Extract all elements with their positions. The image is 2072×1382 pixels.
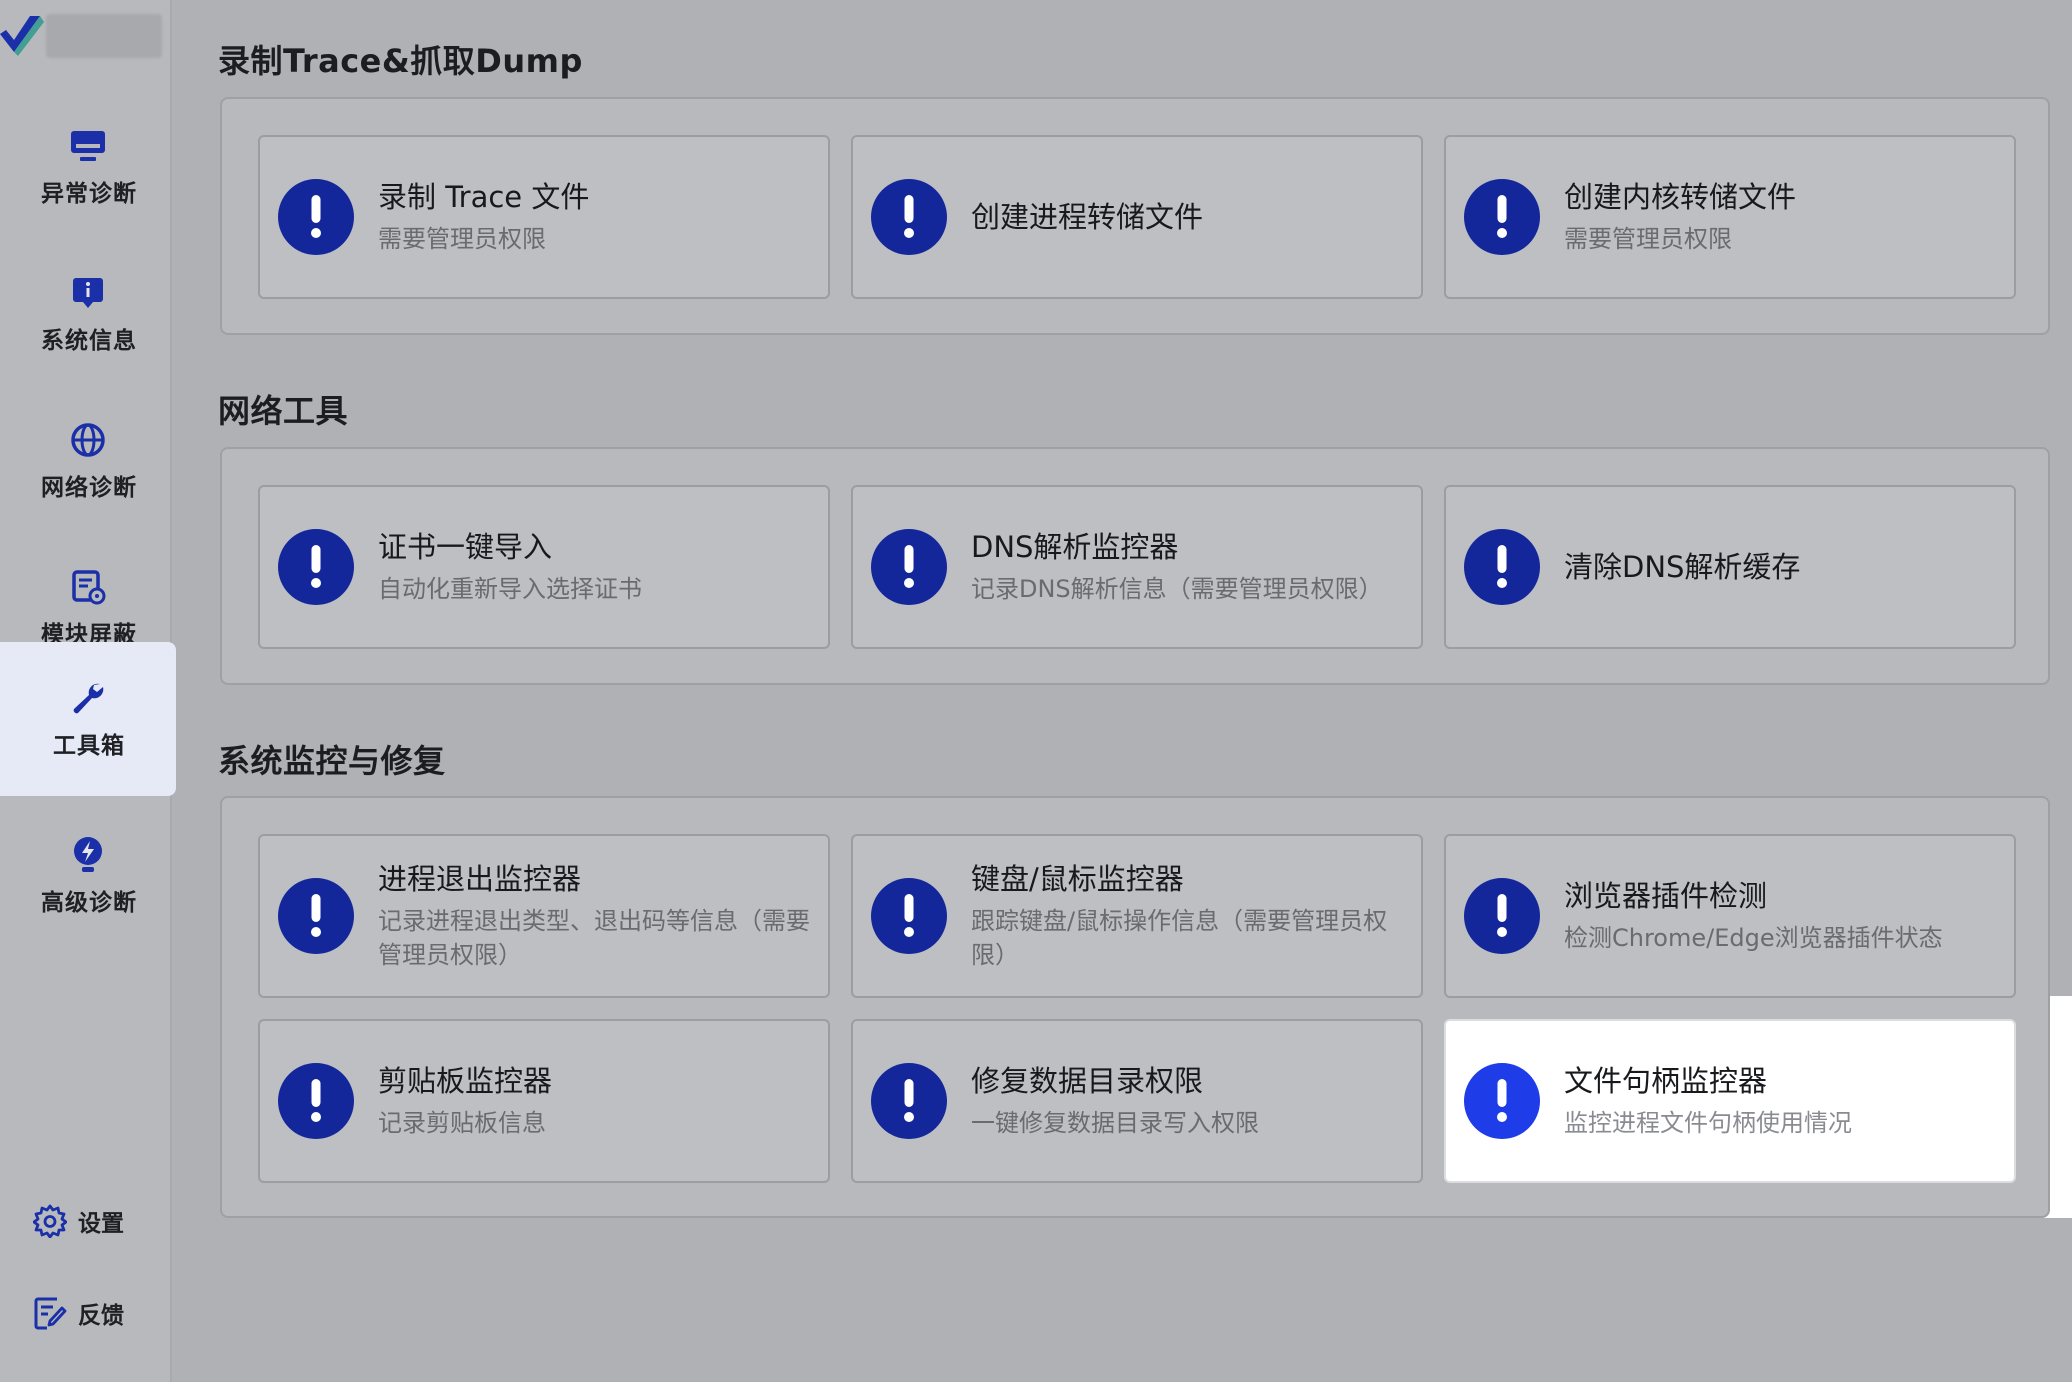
lightning-bulb-icon — [68, 835, 108, 875]
card-title: 文件句柄监控器 — [1564, 1064, 1768, 1098]
card-browser-plugin-check[interactable]: 浏览器插件检测 检测Chrome/Edge浏览器插件状态 — [1444, 834, 2016, 998]
sidebar: 异常诊断 系统信息 网络诊断 模块屏蔽 工具箱 高级诊断 设置 反馈 — [0, 0, 176, 1382]
sidebar-item-network-diagnosis[interactable]: 网络诊断 — [0, 388, 176, 534]
card-clipboard-monitor[interactable]: 剪贴板监控器 记录剪贴板信息 — [258, 1019, 830, 1183]
settings-label: 设置 — [78, 1211, 124, 1237]
card-title: 录制 Trace 文件 — [378, 180, 590, 214]
sidebar-item-label: 工具箱 — [53, 733, 125, 759]
feedback-button[interactable]: 反馈 — [32, 1295, 124, 1331]
exclamation-icon — [278, 529, 354, 605]
card-title: 浏览器插件检测 — [1564, 879, 1768, 913]
exclamation-icon — [871, 529, 947, 605]
section-title-trace-dump: 录制Trace&抓取Dump — [218, 42, 583, 80]
sidebar-item-label: 异常诊断 — [41, 181, 137, 207]
card-title: 剪贴板监控器 — [378, 1064, 553, 1098]
card-title: 清除DNS解析缓存 — [1564, 550, 1801, 584]
card-repair-data-dir-permission[interactable]: 修复数据目录权限 一键修复数据目录写入权限 — [851, 1019, 1423, 1183]
card-title: 创建进程转储文件 — [971, 200, 1204, 234]
card-record-trace[interactable]: 录制 Trace 文件 需要管理员权限 — [258, 135, 830, 299]
module-settings-icon — [68, 567, 108, 607]
section-title-system-monitor: 系统监控与修复 — [218, 742, 446, 780]
section-title-network-tools: 网络工具 — [218, 392, 349, 430]
card-subtitle: 检测Chrome/Edge浏览器插件状态 — [1564, 924, 1943, 952]
app-window: 异常诊断 系统信息 网络诊断 模块屏蔽 工具箱 高级诊断 设置 反馈 录制Tra… — [0, 0, 2072, 1382]
exclamation-icon — [278, 878, 354, 954]
card-keyboard-mouse-monitor[interactable]: 键盘/鼠标监控器 跟踪键盘/鼠标操作信息（需要管理员权限） — [851, 834, 1423, 998]
card-title: 修复数据目录权限 — [971, 1064, 1204, 1098]
card-subtitle: 记录DNS解析信息（需要管理员权限） — [971, 575, 1383, 603]
app-name-blurred — [46, 14, 162, 58]
sidebar-item-exception-diagnosis[interactable]: 异常诊断 — [0, 94, 176, 240]
feedback-edit-icon — [32, 1295, 68, 1331]
card-create-process-dump[interactable]: 创建进程转储文件 — [851, 135, 1423, 299]
exclamation-icon — [278, 179, 354, 255]
panel-system-monitor: 进程退出监控器 记录进程退出类型、退出码等信息（需要管理员权限） 键盘/鼠标监控… — [220, 796, 2050, 1218]
card-certificate-import[interactable]: 证书一键导入 自动化重新导入选择证书 — [258, 485, 830, 649]
card-title: 证书一键导入 — [378, 530, 553, 564]
card-subtitle: 记录剪贴板信息 — [378, 1109, 546, 1137]
sidebar-item-label: 系统信息 — [41, 328, 137, 354]
sidebar-item-system-info[interactable]: 系统信息 — [0, 241, 176, 387]
globe-icon — [68, 420, 108, 460]
card-subtitle: 跟踪键盘/鼠标操作信息（需要管理员权限） — [971, 907, 1388, 969]
card-file-handle-monitor[interactable]: 文件句柄监控器 监控进程文件句柄使用情况 — [1444, 1019, 2016, 1183]
exclamation-icon — [1464, 529, 1540, 605]
exclamation-icon — [1464, 1063, 1540, 1139]
exclamation-icon — [278, 1063, 354, 1139]
card-clear-dns-cache[interactable]: 清除DNS解析缓存 — [1444, 485, 2016, 649]
sidebar-item-label: 高级诊断 — [41, 890, 137, 916]
card-title: 键盘/鼠标监控器 — [971, 862, 1184, 896]
gear-icon — [32, 1203, 68, 1239]
card-subtitle: 需要管理员权限 — [378, 225, 546, 253]
exclamation-icon — [1464, 179, 1540, 255]
settings-button[interactable]: 设置 — [32, 1203, 124, 1239]
main-content: 录制Trace&抓取Dump 录制 Trace 文件 需要管理员权限 创建进程转… — [172, 0, 2072, 1382]
card-subtitle: 记录进程退出类型、退出码等信息（需要管理员权限） — [378, 907, 810, 969]
panel-trace-dump: 录制 Trace 文件 需要管理员权限 创建进程转储文件 创建内核转储文件 需要… — [220, 97, 2050, 335]
card-subtitle: 自动化重新导入选择证书 — [378, 575, 642, 603]
exclamation-icon — [871, 1063, 947, 1139]
card-process-exit-monitor[interactable]: 进程退出监控器 记录进程退出类型、退出码等信息（需要管理员权限） — [258, 834, 830, 998]
feedback-label: 反馈 — [78, 1303, 124, 1329]
sidebar-item-label: 网络诊断 — [41, 475, 137, 501]
card-subtitle: 一键修复数据目录写入权限 — [971, 1109, 1259, 1137]
card-create-kernel-dump[interactable]: 创建内核转储文件 需要管理员权限 — [1444, 135, 2016, 299]
sidebar-item-toolbox[interactable]: 工具箱 — [0, 642, 176, 796]
card-dns-monitor[interactable]: DNS解析监控器 记录DNS解析信息（需要管理员权限） — [851, 485, 1423, 649]
card-title: 创建内核转储文件 — [1564, 180, 1797, 214]
exclamation-icon — [1464, 878, 1540, 954]
card-subtitle: 监控进程文件句柄使用情况 — [1564, 1109, 1852, 1137]
panel-network-tools: 证书一键导入 自动化重新导入选择证书 DNS解析监控器 记录DNS解析信息（需要… — [220, 447, 2050, 685]
card-subtitle: 需要管理员权限 — [1564, 225, 1732, 253]
exclamation-icon — [871, 878, 947, 954]
app-logo — [0, 16, 44, 56]
info-chat-icon — [68, 273, 108, 313]
card-title: 进程退出监控器 — [378, 862, 582, 896]
card-title: DNS解析监控器 — [971, 530, 1179, 564]
sidebar-item-advanced-diagnosis[interactable]: 高级诊断 — [0, 803, 176, 949]
monitor-icon — [68, 126, 108, 166]
wrench-icon — [68, 678, 108, 718]
exclamation-icon — [871, 179, 947, 255]
